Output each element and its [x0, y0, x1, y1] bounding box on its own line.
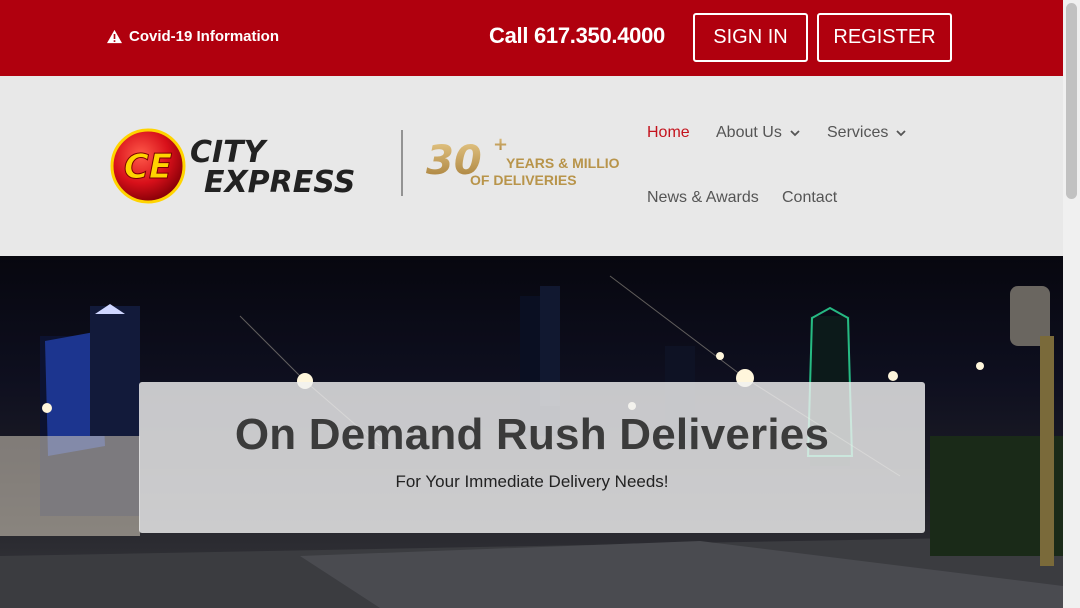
nav-news-awards-label: News & Awards	[647, 189, 759, 206]
city-express-logo[interactable]: CE CITY EXPRESS 30 + YEARS & MILLIONS OF…	[110, 126, 620, 226]
covid-info-link[interactable]: Covid-19 Information	[106, 28, 279, 45]
nav-services[interactable]: Services	[827, 124, 906, 142]
phone-call-link[interactable]: Call 617.350.4000	[489, 23, 665, 49]
hero-title: On Demand Rush Deliveries	[234, 410, 830, 459]
nav-contact[interactable]: Contact	[782, 189, 837, 207]
page-scrollbar[interactable]	[1063, 0, 1080, 608]
chevron-down-icon	[896, 129, 906, 136]
chevron-down-icon	[790, 129, 800, 136]
site-header: CE CITY EXPRESS 30 + YEARS & MILLIONS OF…	[0, 76, 1063, 256]
logo-initials: CE	[124, 147, 172, 187]
logo-tagline-line2: OF DELIVERIES	[470, 172, 577, 188]
nav-about-us[interactable]: About Us	[716, 124, 800, 142]
logo-tagline-line1: YEARS & MILLIONS	[506, 155, 620, 171]
logo-express-text: EXPRESS	[204, 165, 355, 200]
nav-news-awards[interactable]: News & Awards	[647, 189, 759, 207]
top-bar: Covid-19 Information Call 617.350.4000 S…	[0, 0, 1063, 76]
warning-icon	[107, 29, 122, 44]
nav-contact-label: Contact	[782, 189, 838, 206]
logo-years-plus: +	[493, 134, 508, 155]
nav-home[interactable]: Home	[647, 124, 690, 142]
hero-subtitle: For Your Immediate Delivery Needs!	[395, 472, 669, 491]
covid-info-label: Covid-19 Information	[129, 28, 280, 45]
nav-services-label: Services	[827, 124, 889, 141]
scrollbar-thumb[interactable]	[1066, 3, 1077, 199]
hero-section: On Demand Rush Deliveries For Your Immed…	[0, 256, 1063, 608]
register-button[interactable]: REGISTER	[817, 13, 952, 62]
hero-card: On Demand Rush Deliveries For Your Immed…	[139, 382, 925, 533]
nav-home-label: Home	[647, 124, 690, 141]
sign-in-button[interactable]: SIGN IN	[693, 13, 808, 62]
nav-about-us-label: About Us	[716, 124, 782, 141]
